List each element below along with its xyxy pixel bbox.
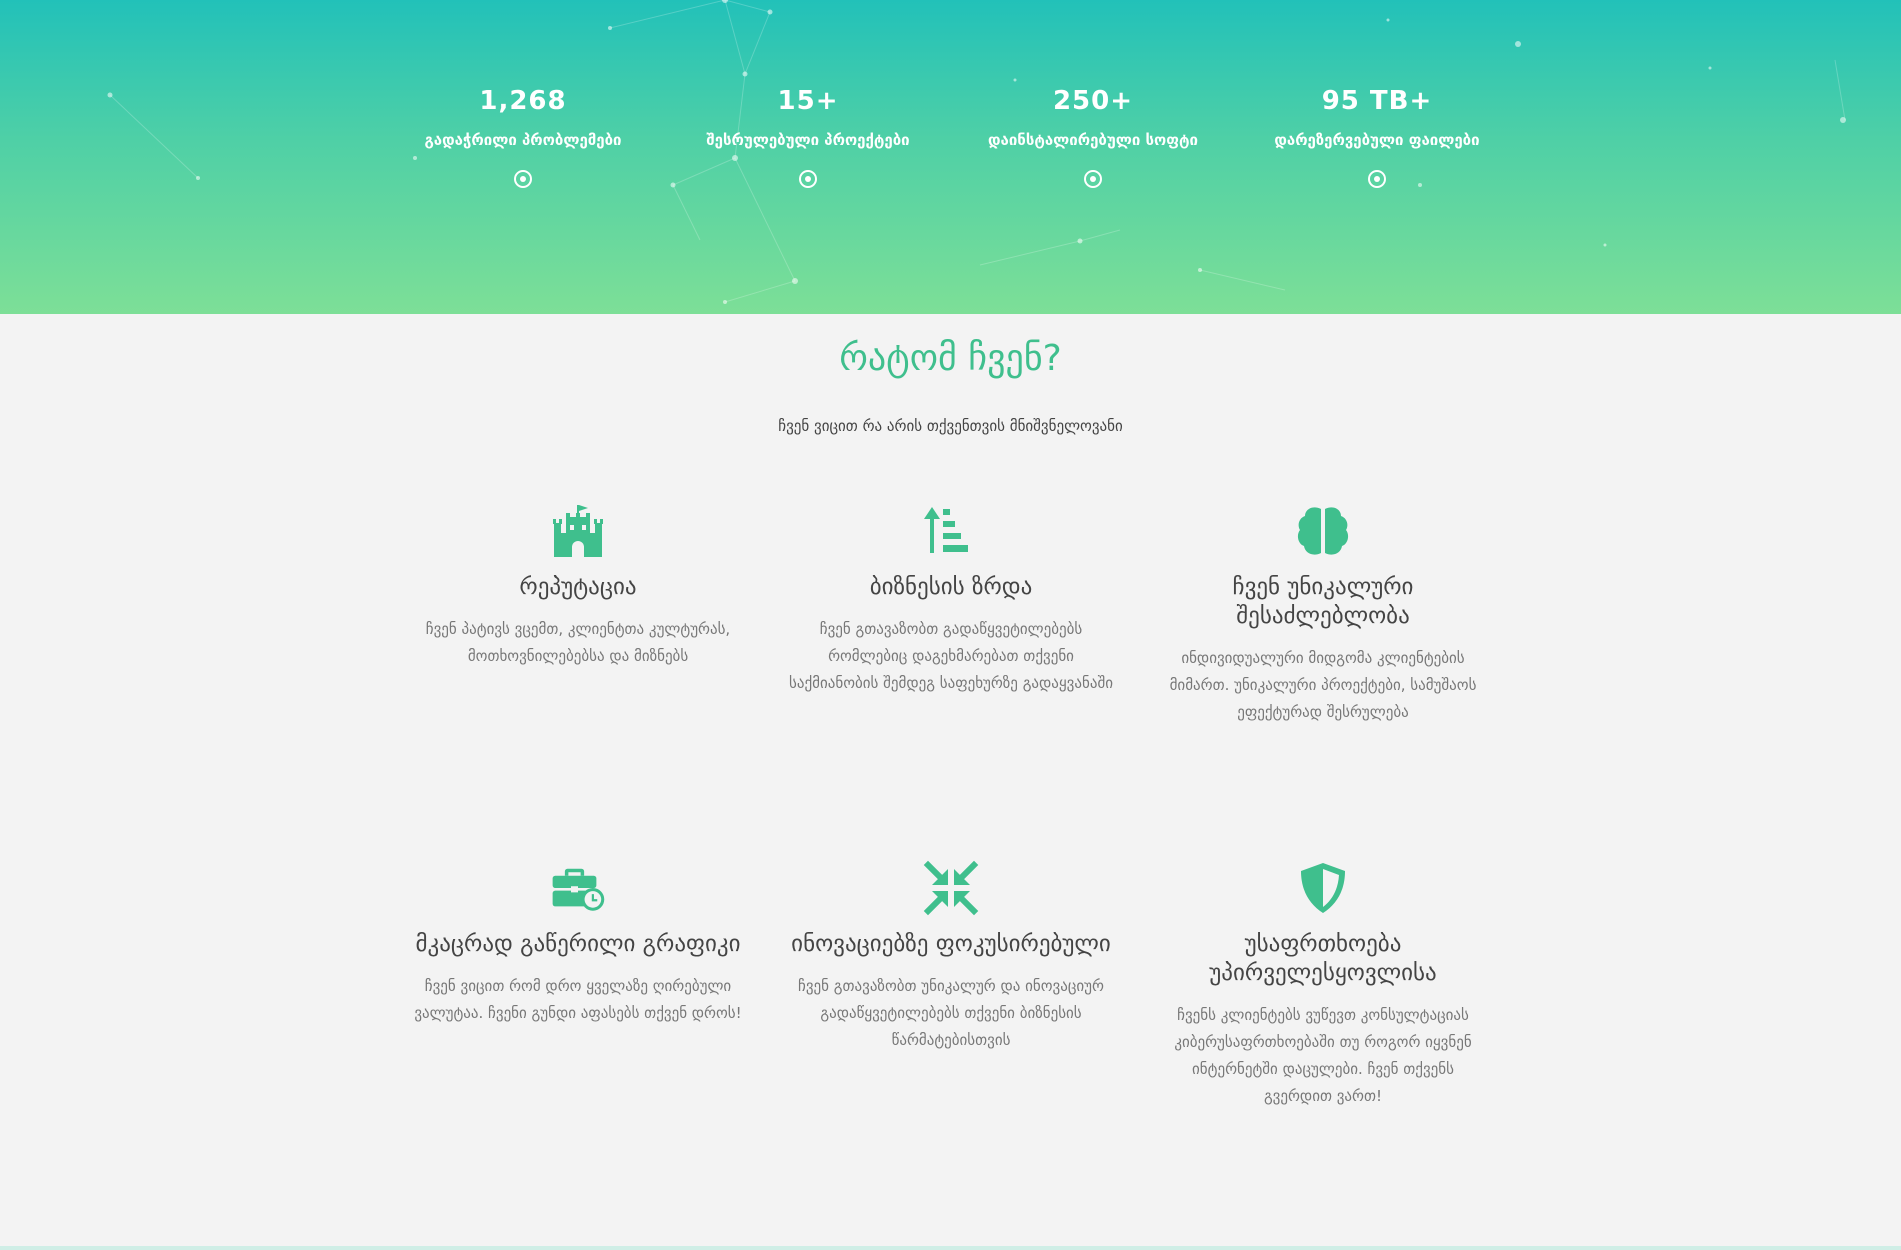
target-icon (1368, 170, 1386, 188)
feature-text: ჩვენ გთავაზობთ გადაწყვეტილებებს რომლებიც… (789, 620, 1113, 692)
section-title: რატომ ჩვენ? (839, 338, 1062, 379)
feature-title: ბიზნესის ზრდა (869, 574, 1033, 600)
sort-growth-icon (924, 507, 968, 553)
briefcase-clock-icon (552, 868, 605, 911)
shield-icon (1301, 863, 1345, 913)
stat-item: 250+ დაინსტალირებული სოფტი (963, 84, 1223, 188)
feature-card: რეპუტაცია ჩვენ პატივს ვცემთ, კლიენტთა კუ… (413, 503, 743, 670)
target-icon (514, 170, 532, 188)
stat-item: 15+ შესრულებული პროექტები (678, 84, 938, 188)
feature-title: ჩვენ უნიკალური შესაძლებლობა (1232, 574, 1414, 629)
feature-card: უსაფრთხოება უპირველესყოვლისა ჩვენს კლიენ… (1158, 860, 1488, 1110)
stat-label: დარეზერვებული ფაილები (1274, 131, 1480, 149)
target-icon (799, 170, 817, 188)
stat-item: 1,268 გადაჭრილი პრობლემები (393, 84, 653, 188)
section-subtitle: ჩვენ ვიცით რა არის თქვენთვის მნიშვნელოვა… (778, 417, 1123, 435)
feature-text: ინდივიდუალური მიდგომა კლიენტების მიმართ.… (1169, 649, 1477, 721)
feature-title: მკაცრად გაწერილი გრაფიკი (415, 931, 741, 957)
feature-title: ინოვაციებზე ფოკუსირებული (791, 931, 1111, 957)
stat-value: 250+ (1052, 86, 1134, 116)
stats-hero: 1,268 გადაჭრილი პრობლემები 15+ შესრულებუ… (0, 0, 1901, 314)
feature-text: ჩვენ პატივს ვცემთ, კლიენტთა კულტურას, მო… (425, 620, 731, 665)
feature-text: ჩვენ გთავაზობთ უნიკალურ და ინოვაციურ გად… (798, 977, 1104, 1049)
feature-card: ინოვაციებზე ფოკუსირებული ჩვენ გთავაზობთ … (786, 860, 1116, 1054)
feature-text: ჩვენს კლიენტებს ვუწევთ კონსულტაციას კიბე… (1174, 1006, 1472, 1105)
feature-title: უსაფრთხოება უპირველესყოვლისა (1209, 931, 1437, 986)
brain-icon (1297, 507, 1349, 555)
stat-value: 1,268 (479, 86, 567, 116)
castle-icon (553, 505, 603, 557)
compress-arrows-icon (923, 860, 979, 916)
feature-card: ჩვენ უნიკალური შესაძლებლობა ინდივიდუალურ… (1158, 503, 1488, 726)
feature-text: ჩვენ ვიცით რომ დრო ყველაზე ღირებული ვალუ… (414, 977, 742, 1022)
target-icon (1084, 170, 1102, 188)
feature-card: ბიზნესის ზრდა ჩვენ გთავაზობთ გადაწყვეტილ… (786, 503, 1116, 697)
stat-item: 95 TB+ დარეზერვებული ფაილები (1247, 84, 1507, 188)
feature-card: მკაცრად გაწერილი გრაფიკი ჩვენ ვიცით რომ … (413, 860, 743, 1027)
stat-label: დაინსტალირებული სოფტი (988, 131, 1198, 149)
stat-value: 95 TB+ (1321, 86, 1433, 116)
stat-value: 15+ (777, 86, 839, 116)
stats-row: 1,268 გადაჭრილი პრობლემები 15+ შესრულებუ… (0, 0, 1901, 314)
stat-label: შესრულებული პროექტები (706, 131, 910, 149)
section-divider (0, 1246, 1901, 1250)
stat-label: გადაჭრილი პრობლემები (424, 131, 622, 149)
feature-title: რეპუტაცია (519, 574, 637, 600)
